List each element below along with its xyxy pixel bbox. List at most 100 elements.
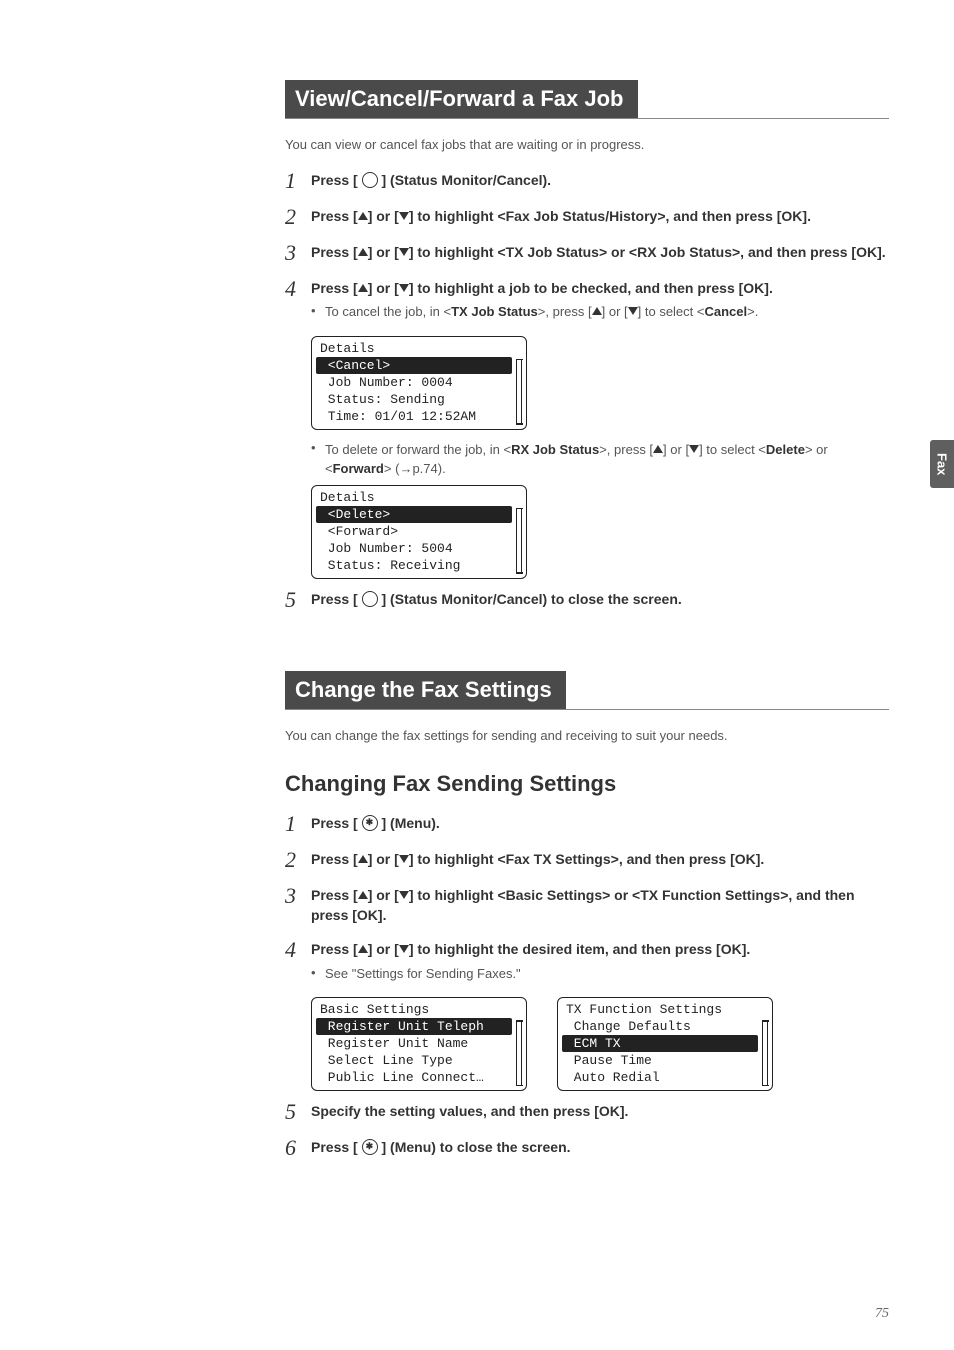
- down-icon: [399, 212, 409, 220]
- divider: [285, 118, 889, 119]
- sec2-step-5: 5 Specify the setting values, and then p…: [285, 1101, 889, 1123]
- up-icon: [358, 891, 368, 899]
- step-number: 4: [285, 278, 311, 300]
- up-icon: [358, 855, 368, 863]
- sec2-step-3: 3 Press [] or [] to highlight <Basic Set…: [285, 885, 889, 926]
- divider: [285, 709, 889, 710]
- text: ] or [: [368, 208, 399, 224]
- sec2-step-1: 1 Press [ ] (Menu).: [285, 813, 889, 835]
- lcd-row-selected: Register Unit Teleph: [316, 1018, 512, 1035]
- lcd-title: TX Function Settings: [562, 1001, 768, 1018]
- up-icon: [358, 284, 368, 292]
- text: Press [: [311, 887, 358, 903]
- lcd-details-tx: Details <Cancel> Job Number: 0004 Status…: [311, 336, 527, 430]
- lcd-tx-function-settings: TX Function Settings Change Defaults ECM…: [557, 997, 773, 1091]
- down-icon: [399, 855, 409, 863]
- sec2-step-4: 4 Press [] or [] to highlight the desire…: [285, 939, 889, 983]
- bullet-icon: •: [311, 440, 325, 455]
- text: ] (Menu) to close the screen.: [381, 1139, 570, 1155]
- step-number: 1: [285, 170, 311, 192]
- lcd-pair: Basic Settings Register Unit Teleph Regi…: [311, 997, 889, 1091]
- step-number: 1: [285, 813, 311, 835]
- lcd-details-rx: Details <Delete> <Forward> Job Number: 5…: [311, 485, 527, 579]
- text: ] or [: [368, 280, 399, 296]
- bullet-icon: •: [311, 964, 325, 983]
- text: Press [: [311, 208, 358, 224]
- lcd-row-selected: <Cancel>: [316, 357, 512, 374]
- up-icon: [358, 248, 368, 256]
- status-monitor-icon: [362, 591, 378, 607]
- text: ] (Status Monitor/Cancel).: [381, 172, 551, 188]
- text: ] (Status Monitor/Cancel) to close the s…: [381, 591, 681, 607]
- lcd-scrollbar: [516, 508, 522, 574]
- lcd-row: Status: Sending: [316, 391, 522, 408]
- text: ] to highlight a job to be checked, and …: [409, 280, 773, 296]
- text: ] to highlight the desired item, and the…: [409, 941, 750, 957]
- lcd-row: Job Number: 0004: [316, 374, 522, 391]
- lcd-row: Public Line Connect…: [316, 1069, 522, 1086]
- step-number: 4: [285, 939, 311, 961]
- side-tab-fax: Fax: [930, 440, 954, 488]
- lcd-row-selected: <Delete>: [316, 506, 512, 523]
- lcd-row-selected: ECM TX: [562, 1035, 758, 1052]
- text: ] or [: [368, 887, 399, 903]
- sec2-step-6: 6 Press [ ] (Menu) to close the screen.: [285, 1137, 889, 1159]
- text: Press [: [311, 1139, 358, 1155]
- text: ] (Menu).: [381, 815, 439, 831]
- text: Press [: [311, 172, 358, 188]
- step-number: 3: [285, 885, 311, 907]
- text: Press [: [311, 591, 358, 607]
- text: Press [: [311, 851, 358, 867]
- text: ] to highlight <Fax TX Settings>, and th…: [409, 851, 764, 867]
- text: ] or [: [368, 851, 399, 867]
- bullet-icon: •: [311, 302, 325, 321]
- lcd-scrollbar: [516, 1020, 522, 1086]
- down-icon: [399, 945, 409, 953]
- bullet-text: To cancel the job, in <TX Job Status>, p…: [325, 302, 889, 322]
- section1-intro: You can view or cancel fax jobs that are…: [285, 137, 889, 152]
- lcd-row: Pause Time: [562, 1052, 768, 1069]
- text: ] or [: [368, 941, 399, 957]
- text: ] or [: [368, 244, 399, 260]
- bullet-text: To delete or forward the job, in <RX Job…: [325, 440, 889, 479]
- down-icon: [399, 284, 409, 292]
- menu-icon: [362, 1139, 378, 1155]
- page-number: 75: [875, 1306, 889, 1322]
- status-monitor-icon: [362, 172, 378, 188]
- down-icon: [399, 891, 409, 899]
- lcd-title: Details: [316, 489, 522, 506]
- down-icon: [689, 445, 699, 453]
- up-icon: [592, 307, 602, 315]
- lcd-title: Details: [316, 340, 522, 357]
- text: Press [: [311, 280, 358, 296]
- lcd-row: Time: 01/01 12:52AM: [316, 408, 522, 425]
- up-icon: [358, 212, 368, 220]
- down-icon: [628, 307, 638, 315]
- lcd-row: Select Line Type: [316, 1052, 522, 1069]
- lcd-scrollbar: [762, 1020, 768, 1086]
- lcd-title: Basic Settings: [316, 1001, 522, 1018]
- section2-intro: You can change the fax settings for send…: [285, 728, 889, 743]
- text: Press [: [311, 815, 358, 831]
- lcd-basic-settings: Basic Settings Register Unit Teleph Regi…: [311, 997, 527, 1091]
- step-2: 2 Press [] or [] to highlight <Fax Job S…: [285, 206, 889, 228]
- menu-icon: [362, 815, 378, 831]
- step-number: 5: [285, 589, 311, 611]
- step-number: 3: [285, 242, 311, 264]
- text: ] to highlight <TX Job Status> or <RX Jo…: [409, 244, 886, 260]
- lcd-row: Auto Redial: [562, 1069, 768, 1086]
- step-1: 1 Press [ ] (Status Monitor/Cancel).: [285, 170, 889, 192]
- lcd-row: <Forward>: [316, 523, 522, 540]
- step-3: 3 Press [ ] or [ ] to highlight <TX Job St…: [285, 242, 889, 264]
- sec2-step-2: 2 Press [ ] or [ ] to highlight <Fax TX Se…: [285, 849, 889, 871]
- step-number: 2: [285, 206, 311, 228]
- step-4: 4 Press [ ] or [ ] to highlight a job to b…: [285, 278, 889, 322]
- lcd-scrollbar: [516, 359, 522, 425]
- step-5: 5 Press [ ] (Status Monitor/Cancel) to c…: [285, 589, 889, 611]
- down-icon: [399, 248, 409, 256]
- subheading-changing-fax-sending: Changing Fax Sending Settings: [285, 771, 889, 797]
- step-number: 6: [285, 1137, 311, 1159]
- text: Press [: [311, 244, 358, 260]
- up-icon: [358, 945, 368, 953]
- step-number: 2: [285, 849, 311, 871]
